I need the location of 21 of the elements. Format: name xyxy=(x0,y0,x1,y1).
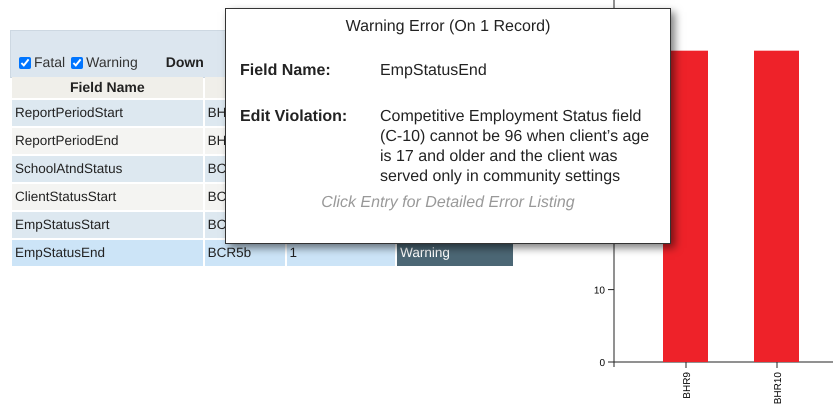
checkbox[interactable] xyxy=(71,56,84,68)
field-value: EmpStatusEnd xyxy=(380,61,488,81)
table-cell[interactable]: ReportPeriodEnd xyxy=(12,128,203,154)
table-cell[interactable]: ClientStatusStart xyxy=(12,184,203,210)
column-header: Field Name xyxy=(12,77,203,98)
category-label: BHR9 xyxy=(682,372,693,399)
tooltip-title: Warning Error (On 1 Record) xyxy=(344,17,552,37)
hint-text: Click Entry for Detailed Error Listing xyxy=(320,193,576,213)
category-label: BHR10 xyxy=(773,372,784,404)
table-cell[interactable]: EmpStatusEnd xyxy=(12,240,203,266)
checkbox-label[interactable]: Fatal xyxy=(34,52,66,73)
table-cell[interactable]: EmpStatusStart xyxy=(12,212,203,238)
tick-label: 10 xyxy=(594,286,605,297)
table-cell[interactable]: ReportPeriodStart xyxy=(12,100,203,126)
field-value: Competitive Employment Status field (C-10) cannot be 96 when client’s age is 17 and older and the client was served only in community settings xyxy=(380,107,650,187)
field-label: Field Name: xyxy=(240,61,332,81)
table-cell[interactable]: SchoolAtndStatus xyxy=(12,156,203,182)
tick-label: 0 xyxy=(599,358,605,369)
checkbox-label[interactable]: Warning xyxy=(86,52,138,73)
download-label[interactable]: Down xyxy=(166,52,204,73)
checkbox[interactable] xyxy=(19,56,31,68)
